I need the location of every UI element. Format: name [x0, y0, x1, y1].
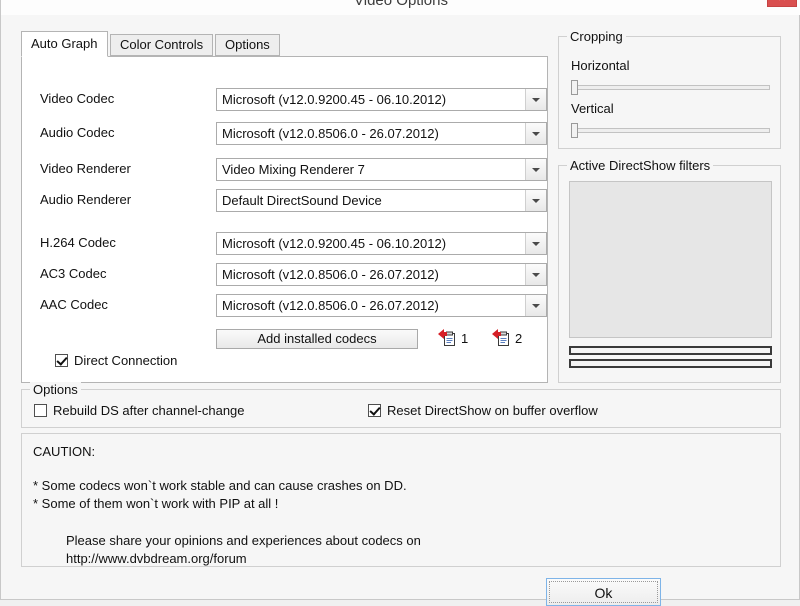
ok-button[interactable]: Ok [546, 578, 661, 606]
combo-video-codec-value: Microsoft (v12.0.9200.45 - 06.10.2012) [217, 89, 525, 110]
caution-bullet-2: * Some of them won`t work with PIP at al… [33, 496, 279, 511]
caution-panel: CAUTION: * Some codecs won`t work stable… [21, 433, 781, 567]
combo-h264-codec-value: Microsoft (v12.0.9200.45 - 06.10.2012) [217, 233, 525, 254]
chevron-down-icon[interactable] [525, 264, 546, 285]
label-video-renderer: Video Renderer [40, 161, 131, 176]
chevron-down-icon[interactable] [525, 89, 546, 110]
close-button[interactable]: ✕ [767, 0, 797, 7]
combo-aac-codec-value: Microsoft (v12.0.8506.0 - 26.07.2012) [217, 295, 525, 316]
combo-video-renderer[interactable]: Video Mixing Renderer 7 [216, 158, 547, 181]
video-options-window: Video Options ✕ Auto Graph Color Control… [0, 0, 800, 606]
chevron-down-icon[interactable] [525, 123, 546, 144]
rebuild-ds-checkbox[interactable]: Rebuild DS after channel-change [34, 403, 245, 418]
direct-connection-checkbox[interactable]: Direct Connection [55, 353, 177, 368]
label-ac3-codec: AC3 Codec [40, 266, 107, 281]
auto-graph-panel: Video Codec Audio Codec Video Renderer A… [21, 56, 548, 383]
tab-options[interactable]: Options [215, 34, 280, 56]
reset-directshow-checkbox[interactable]: Reset DirectShow on buffer overflow [368, 403, 598, 418]
vertical-label: Vertical [571, 101, 614, 116]
preset-2-label: 2 [515, 330, 523, 346]
slider-thumb[interactable] [571, 123, 578, 138]
vertical-slider[interactable] [571, 123, 770, 138]
chevron-down-icon[interactable] [525, 295, 546, 316]
combo-ac3-codec[interactable]: Microsoft (v12.0.8506.0 - 26.07.2012) [216, 263, 547, 286]
label-aac-codec: AAC Codec [40, 297, 108, 312]
checkbox-box [55, 354, 68, 367]
level-bar-2 [569, 359, 772, 368]
label-audio-codec: Audio Codec [40, 125, 115, 140]
cropping-group: Cropping Horizontal Vertical [558, 29, 781, 149]
label-video-codec: Video Codec [40, 91, 115, 106]
combo-audio-renderer-value: Default DirectSound Device [217, 190, 525, 211]
combo-video-codec[interactable]: Microsoft (v12.0.9200.45 - 06.10.2012) [216, 88, 547, 111]
combo-audio-codec[interactable]: Microsoft (v12.0.8506.0 - 26.07.2012) [216, 122, 547, 145]
combo-h264-codec[interactable]: Microsoft (v12.0.9200.45 - 06.10.2012) [216, 232, 547, 255]
filters-group-title: Active DirectShow filters [567, 158, 714, 173]
label-audio-renderer: Audio Renderer [40, 192, 132, 207]
paste-import-icon [492, 329, 509, 346]
slider-track [571, 85, 770, 90]
active-filters-list[interactable] [569, 181, 772, 338]
filters-group: Active DirectShow filters [558, 158, 781, 383]
combo-video-renderer-value: Video Mixing Renderer 7 [217, 159, 525, 180]
add-installed-codecs-button[interactable]: Add installed codecs [216, 329, 418, 349]
title-bar: Video Options ✕ [1, 0, 800, 15]
combo-aac-codec[interactable]: Microsoft (v12.0.8506.0 - 26.07.2012) [216, 294, 547, 317]
options-group: Options Rebuild DS after channel-change … [21, 382, 781, 428]
caution-footer-line-1: Please share your opinions and experienc… [66, 533, 421, 548]
chevron-down-icon[interactable] [525, 190, 546, 211]
reset-directshow-label: Reset DirectShow on buffer overflow [387, 403, 598, 418]
caution-bullet-1: * Some codecs won`t work stable and can … [33, 478, 407, 493]
tab-auto-graph[interactable]: Auto Graph [21, 31, 108, 57]
options-group-title: Options [30, 382, 81, 397]
paste-import-icon [438, 329, 455, 346]
caution-heading: CAUTION: [33, 444, 96, 459]
level-bar-1 [569, 346, 772, 355]
label-h264-codec: H.264 Codec [40, 235, 116, 250]
dialog-client-area: Auto Graph Color Controls Options Video … [7, 15, 795, 606]
caution-footer-line-2: http://www.dvbdream.org/forum [66, 551, 247, 566]
direct-connection-label: Direct Connection [74, 353, 178, 368]
chevron-down-icon[interactable] [525, 159, 546, 180]
combo-audio-renderer[interactable]: Default DirectSound Device [216, 189, 547, 212]
tab-color-controls[interactable]: Color Controls [110, 34, 214, 56]
window-title: Video Options [354, 0, 448, 9]
chevron-down-icon[interactable] [525, 233, 546, 254]
horizontal-slider[interactable] [571, 80, 770, 95]
preset-1[interactable]: 1 [438, 329, 468, 347]
slider-track [571, 128, 770, 133]
slider-thumb[interactable] [571, 80, 578, 95]
preset-1-label: 1 [461, 330, 469, 346]
combo-audio-codec-value: Microsoft (v12.0.8506.0 - 26.07.2012) [217, 123, 525, 144]
checkbox-box [34, 404, 47, 417]
horizontal-label: Horizontal [571, 58, 630, 73]
checkbox-box [368, 404, 381, 417]
combo-ac3-codec-value: Microsoft (v12.0.8506.0 - 26.07.2012) [217, 264, 525, 285]
cropping-group-title: Cropping [567, 29, 626, 44]
preset-2[interactable]: 2 [492, 329, 522, 347]
rebuild-ds-label: Rebuild DS after channel-change [53, 403, 245, 418]
